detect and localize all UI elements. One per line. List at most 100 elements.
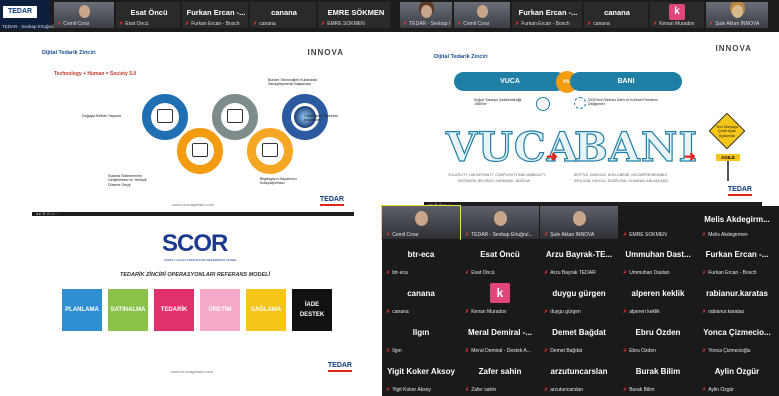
participant-tile[interactable]: Yigit Koker Aksoy ✗ Yigit Koker Aksoy (382, 356, 460, 394)
participant-tile[interactable]: btr-eca ✗ btr-eca (382, 239, 460, 277)
mic-muted-icon: ✗ (702, 348, 707, 354)
participant-tile[interactable]: canana ✗ canana (250, 2, 316, 28)
participant-tile[interactable]: ✗TEDAR - Sevbap Ertuğrul... (461, 206, 539, 239)
mic-muted-icon: ✗ (544, 270, 549, 276)
participant-caption: ✗ Ilgın (386, 348, 458, 354)
note-nature: Doğayla Birlikte Yaşama (82, 114, 121, 118)
mic-muted-icon: ✗ (623, 309, 628, 315)
participant-tile[interactable]: Esat Öncü ✗ Esat Öncü (116, 2, 180, 28)
participant-name: Aylin Özgür (714, 367, 760, 376)
participant-tile[interactable]: Meral Demiral -... ✗ Meral Demiral - Deste… (461, 317, 539, 355)
participant-tile[interactable]: ✗ Şule Aktan INNOVA (706, 2, 768, 28)
participant-name: Arzu Bayrak-TE... (545, 250, 613, 259)
participant-caption-text: canana (392, 309, 409, 315)
participant-tile[interactable]: k ✗ Kenan Muradov (461, 278, 539, 316)
shared-screen-1[interactable]: Dijital Tedarik Zinciri INNOVA Technolog… (32, 44, 354, 216)
tedar-slide-logo: TEDAR (328, 362, 352, 372)
participant-name: Ummuhan Dast... (625, 250, 691, 259)
participant-tile[interactable]: Melis Akdegirm... ✗ Melis Akdegirmen (698, 206, 776, 239)
computer-icon (262, 143, 278, 157)
participant-name: canana (604, 8, 630, 17)
participant-tile[interactable]: alperen keklik ✗ alperen keklik (619, 278, 697, 316)
mic-muted-icon: ✗ (386, 232, 391, 238)
participant-caption: ✗ Burak Bilim (623, 387, 695, 393)
participant-caption-text: arzutuncarslan (550, 387, 583, 393)
mic-muted-icon: ✗ (386, 348, 391, 354)
participant-tile[interactable]: canana ✗ canana (584, 2, 648, 28)
participant-caption-text: Esat Öncü (471, 270, 495, 276)
participant-tile[interactable]: Ummuhan Dast... ✗ Ummuhan Dastan (619, 239, 697, 277)
participant-tile[interactable]: ✗ EMRE SÖKMEN (619, 206, 697, 239)
participant-caption-text: Furkan Ercan - Bosch (191, 21, 240, 27)
participant-caption: ✗ Esat Öncü (465, 270, 537, 276)
slide-scor[interactable]: SCOR SUPPLY CHAIN OPERATIONS REFERENCE M… (32, 216, 358, 384)
participant-name: Ilgın (412, 328, 430, 337)
note-irrigation: Sulama Sistemlerinin Geliştirilmesi ve Y… (108, 174, 147, 187)
participant-name: duygu gürgen (552, 289, 606, 298)
mic-muted-icon: ✗ (465, 270, 470, 276)
virus-icon (574, 97, 586, 109)
participant-tile[interactable]: ✗ Şule Aktan INNOVA (540, 206, 618, 239)
participant-caption: ✗ canana (587, 21, 646, 27)
mic-muted-icon: ✗ (457, 21, 462, 27)
mic-muted-icon: ✗ (515, 21, 520, 27)
participant-tile[interactable]: Yonca Çizmecio... ✗ Yonca Çizmecioğlu (698, 317, 776, 355)
participant-tile[interactable]: EMRE SÖKMEN ✗ EMRE SÖKMEN (318, 2, 390, 28)
tedar-logo-tile[interactable]: TEDAR TEDAR - Sevbap Ertuğrul... (0, 0, 57, 30)
vuca-words: VOLATILITY, UNCERTAINTY, COMPLEXITY AND … (448, 173, 546, 177)
participant-tile[interactable]: Ilgın ✗ Ilgın (382, 317, 460, 355)
participant-caption-text: Şule Aktan INNOVA (550, 232, 595, 238)
tedar-slide-logo: TEDAR (320, 196, 344, 206)
participant-tile[interactable]: rabianur.karatas ✗ rabianur.karatas (698, 278, 776, 316)
shared-screen-2[interactable]: Dijital Tedarik Zinciri INNOVA VUCA vs. … (424, 40, 762, 206)
participant-tile[interactable]: k ✗ Kenan Muradov (650, 2, 704, 28)
participant-tile[interactable]: arzutuncarslan ✗ arzutuncarslan (540, 356, 618, 394)
scor-process-box: PLANLAMA (62, 289, 102, 331)
participant-tile[interactable]: Ebru Özden ✗ Ebru Özden (619, 317, 697, 355)
participant-name: rabianur.karatas (706, 289, 768, 298)
participant-caption: ✗TEDAR - Sevbap Ertuğrul... (465, 232, 537, 238)
participant-tile[interactable]: Zafer sahin ✗ Zafer sahin (461, 356, 539, 394)
participant-name: canana (271, 8, 297, 17)
participant-caption: TEDAR - Sevbap Ertuğrul... (2, 24, 58, 29)
participant-tile[interactable]: duygu gürgen ✗ duygu gürgen (540, 278, 618, 316)
participant-tile[interactable]: Furkan Ercan -... ✗ Furkan Ercan - Bosch (698, 239, 776, 277)
pole (727, 161, 729, 181)
participant-caption-text: Cemil Cınar (463, 21, 490, 27)
participant-tile[interactable]: ✗ Cemil Cınar (381, 205, 461, 240)
participant-caption-text: Yigit Koker Aksoy (392, 387, 431, 393)
mic-muted-icon: ✗ (623, 270, 628, 276)
pandemic-note: 2020'lerin Belirsiz İklim ve Küresel Pan… (588, 98, 658, 107)
participant-caption-text: TEDAR - Sevbap Ertuğrul... (471, 232, 533, 238)
participant-tile[interactable]: ✗TEDAR - Sevbap Ertuğrul... (400, 2, 452, 28)
participant-name: btr-eca (407, 250, 435, 259)
participant-caption-text: EMRE SÖKMEN (327, 21, 365, 27)
participant-caption-text: Cemil Cınar (392, 232, 419, 238)
participant-caption: ✗ Aylin Özgür (702, 387, 774, 393)
soldier-icon (536, 97, 550, 111)
participant-tile[interactable]: ✗ Cemil Cınar (54, 2, 114, 28)
innova-logo: INNOVA (307, 48, 344, 57)
mic-muted-icon: ✗ (709, 21, 714, 27)
mic-muted-icon: ✗ (321, 21, 326, 27)
participant-tile[interactable]: Esat Öncü ✗ Esat Öncü (461, 239, 539, 277)
participant-name: Yigit Koker Aksoy (387, 367, 455, 376)
participant-tile[interactable]: Furkan Ercan -... ✗ Furkan Ercan - Bosch (182, 2, 248, 28)
participant-caption: ✗ Furkan Ercan - Bosch (515, 21, 580, 27)
participant-caption: ✗ Zafer sahin (465, 387, 537, 393)
slide-header: Dijital Tedarik Zinciri (42, 50, 96, 56)
slide-headline: Technology + Human = Society 5.0 (54, 71, 137, 77)
mic-muted-icon: ✗ (587, 21, 592, 27)
participant-video (421, 5, 432, 18)
participant-caption: ✗ canana (386, 309, 458, 315)
slide-header: Dijital Tedarik Zinciri (434, 54, 488, 60)
participant-tile[interactable]: Aylin Özgür ✗ Aylin Özgür (698, 356, 776, 394)
participant-tile[interactable]: ✗ Cemil Cınar (454, 2, 510, 28)
participant-tile[interactable]: Demet Bağdat ✗ Demet Bağdat (540, 317, 618, 355)
participant-tile[interactable]: canana ✗ canana (382, 278, 460, 316)
note-digital: Dijitalleşme Sürecinin Başlaması (304, 114, 339, 123)
participant-tile[interactable]: Furkan Ercan -... ✗ Furkan Ercan - Bosch (512, 2, 582, 28)
participant-tile[interactable]: Arzu Bayrak-TE... ✗ Arzu Bayrak TEDAR (540, 239, 618, 277)
participant-caption: ✗ Şule Aktan INNOVA (544, 232, 616, 238)
participant-tile[interactable]: Burak Bilim ✗ Burak Bilim (619, 356, 697, 394)
